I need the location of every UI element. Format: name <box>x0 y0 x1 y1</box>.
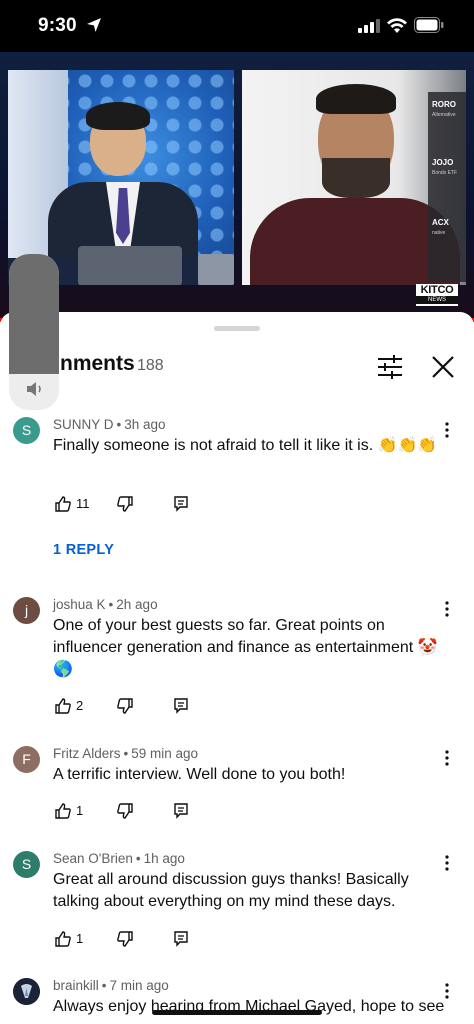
thumbs-up-icon[interactable] <box>54 802 72 820</box>
volume-level <box>9 254 59 374</box>
comment-time: 3h ago <box>124 417 166 432</box>
comment-meta: joshua K • 2h ago <box>53 597 158 612</box>
comment-author[interactable]: Sean O'Brien <box>53 851 133 866</box>
avatar[interactable]: S <box>13 417 40 444</box>
comment-meta: Sean O'Brien • 1h ago <box>53 851 185 866</box>
network-logo: KITCO NEWS <box>416 284 458 306</box>
reply-icon[interactable] <box>172 802 190 820</box>
reply-icon[interactable] <box>172 697 190 715</box>
avatar[interactable] <box>13 978 40 1005</box>
more-vertical-icon[interactable] <box>440 421 454 439</box>
more-vertical-icon[interactable] <box>440 600 454 618</box>
comment-text: Finally someone is not afraid to tell it… <box>53 437 438 454</box>
video-guest-panel: RORO Alternative JOJO Bonds ETF ACX nati… <box>242 70 466 285</box>
laptop <box>78 246 182 285</box>
thumbs-down-icon[interactable] <box>116 495 134 513</box>
comment-time: 59 min ago <box>131 746 199 761</box>
comment-meta: Fritz Alders • 59 min ago <box>53 746 199 761</box>
thumbs-up-icon[interactable] <box>54 697 72 715</box>
more-vertical-icon[interactable] <box>440 749 454 767</box>
comments-count: 188 <box>137 357 164 374</box>
comment-text: One of your best guests so far. Great po… <box>53 617 438 678</box>
comment-meta: SUNNY D • 3h ago <box>53 417 166 432</box>
speaker-icon <box>27 382 41 396</box>
comment-author[interactable]: SUNNY D <box>53 417 114 432</box>
video-host-panel <box>8 70 234 285</box>
ticker-desc: Alternative <box>432 112 456 118</box>
more-vertical-icon[interactable] <box>440 982 454 1000</box>
thumbs-up-icon[interactable] <box>54 930 72 948</box>
wifi-icon <box>387 18 407 33</box>
thumbs-up-icon[interactable] <box>54 495 72 513</box>
location-arrow-icon <box>87 18 101 32</box>
status-bar: 9:30 <box>0 0 474 52</box>
cellular-signal-icon <box>358 19 380 33</box>
avatar[interactable]: F <box>13 746 40 773</box>
sliders-icon[interactable] <box>376 354 404 380</box>
ticker-desc: native <box>432 230 446 236</box>
like-count: 1 <box>76 931 84 946</box>
battery-icon <box>414 17 444 33</box>
status-time: 9:30 <box>38 15 77 36</box>
more-vertical-icon[interactable] <box>440 854 454 872</box>
comment-text: A terrific interview. Well done to you b… <box>53 766 346 783</box>
like-count: 11 <box>76 496 90 511</box>
comment-author[interactable]: brainkill <box>53 978 99 993</box>
avatar[interactable]: j <box>13 597 40 624</box>
reply-icon[interactable] <box>172 930 190 948</box>
comment-time: 1h ago <box>143 851 185 866</box>
home-indicator[interactable] <box>152 1010 322 1015</box>
comment-text: Great all around discussion guys thanks!… <box>53 871 409 910</box>
comment-meta: brainkill • 7 min ago <box>53 978 169 993</box>
thumbs-down-icon[interactable] <box>116 930 134 948</box>
avatar[interactable]: S <box>13 851 40 878</box>
ticker-desc: Bonds ETF <box>432 170 458 176</box>
volume-slider[interactable] <box>9 254 59 410</box>
brain-avatar-icon <box>13 978 40 1005</box>
comment-author[interactable]: Fritz Alders <box>53 746 121 761</box>
stock-ticker: RORO Alternative JOJO Bonds ETF ACX nati… <box>428 92 466 282</box>
ticker-symbol: ACX <box>432 218 449 227</box>
video-player[interactable]: RORO Alternative JOJO Bonds ETF ACX nati… <box>0 52 474 322</box>
close-icon[interactable] <box>428 352 458 382</box>
comment-time: 7 min ago <box>109 978 169 993</box>
like-count: 2 <box>76 698 84 713</box>
view-replies-link[interactable]: 1 REPLY <box>53 542 114 558</box>
reply-icon[interactable] <box>172 495 190 513</box>
thumbs-down-icon[interactable] <box>116 802 134 820</box>
drag-handle[interactable] <box>214 326 260 331</box>
comment-time: 2h ago <box>116 597 158 612</box>
like-count: 1 <box>76 803 84 818</box>
ticker-symbol: JOJO <box>432 158 454 167</box>
thumbs-down-icon[interactable] <box>116 697 134 715</box>
comment-author[interactable]: joshua K <box>53 597 106 612</box>
ticker-symbol: RORO <box>432 100 456 109</box>
comments-title: nments <box>60 352 135 375</box>
